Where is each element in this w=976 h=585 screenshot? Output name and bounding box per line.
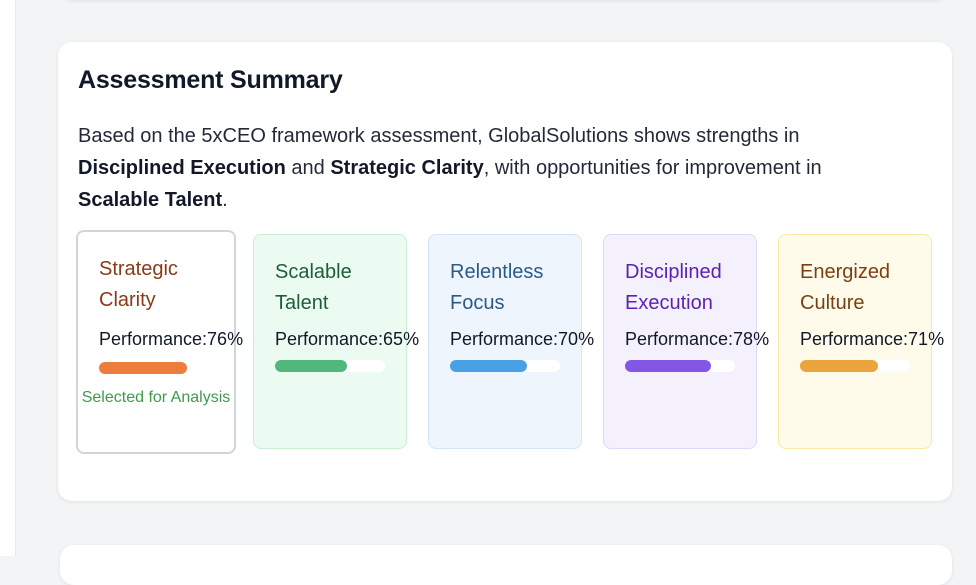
performance-label: Performance: [800,329,909,349]
pillar-name: Scalable Talent [275,261,352,314]
performance-label: Performance: [450,329,559,349]
performance-bar-track [450,360,560,372]
summary-text-part: and [285,157,331,179]
performance-text: Performance:76% [99,329,243,350]
strength-highlight: Disciplined Execution [78,157,286,179]
pillar-name: Disciplined Execution [625,261,722,314]
performance-bar-fill [275,360,347,372]
performance-bar-fill [99,362,187,374]
performance-text: Performance:70% [450,329,594,350]
pillar-name: Energized Culture [800,261,891,314]
next-card [60,545,952,585]
performance-bar-fill [450,360,527,372]
pillar-card-strategic-clarity[interactable]: Strategic Clarity Performance:76% Select… [76,230,243,454]
summary-text-part: , with opportunities for improvement in [483,157,822,179]
assessment-summary-card: Assessment Summary Based on the 5xCEO fr… [58,42,952,501]
summary-text-part: . [222,189,228,211]
performance-bar-fill [625,360,711,372]
summary-text: Based on the 5xCEO framework assessment,… [78,120,898,216]
performance-bar-track [99,362,187,374]
performance-value: 71% [908,329,945,349]
performance-text: Performance:65% [275,329,419,350]
performance-label: Performance: [625,329,734,349]
summary-text-part: Based on the 5xCEO framework assessment,… [78,125,800,147]
pillar-card-relentless-focus[interactable]: Relentless Focus Performance:70% [428,234,594,449]
pillar-card-energized-culture[interactable]: Energized Culture Performance:71% [778,234,944,449]
performance-value: 65% [383,329,420,349]
card-title: Assessment Summary [78,66,343,94]
improvement-highlight: Scalable Talent [78,189,223,211]
left-rail [0,0,16,556]
performance-value: 70% [558,329,595,349]
performance-value: 76% [207,329,244,349]
pillar-name: Strategic Clarity [99,258,178,311]
performance-label: Performance: [275,329,384,349]
strength-highlight: Strategic Clarity [330,157,484,179]
performance-bar-fill [800,360,879,372]
performance-text: Performance:78% [625,329,769,350]
performance-bar-track [625,360,735,372]
pillar-card-scalable-talent[interactable]: Scalable Talent Performance:65% [253,234,419,449]
performance-label: Performance: [99,329,208,349]
selected-for-analysis-label: Selected for Analysis [81,389,231,406]
performance-bar-track [275,360,385,372]
performance-bar-track [800,360,910,372]
pillar-card-disciplined-execution[interactable]: Disciplined Execution Performance:78% [603,234,769,449]
performance-value: 78% [733,329,770,349]
performance-text: Performance:71% [800,329,944,350]
pillar-name: Relentless Focus [450,261,544,314]
